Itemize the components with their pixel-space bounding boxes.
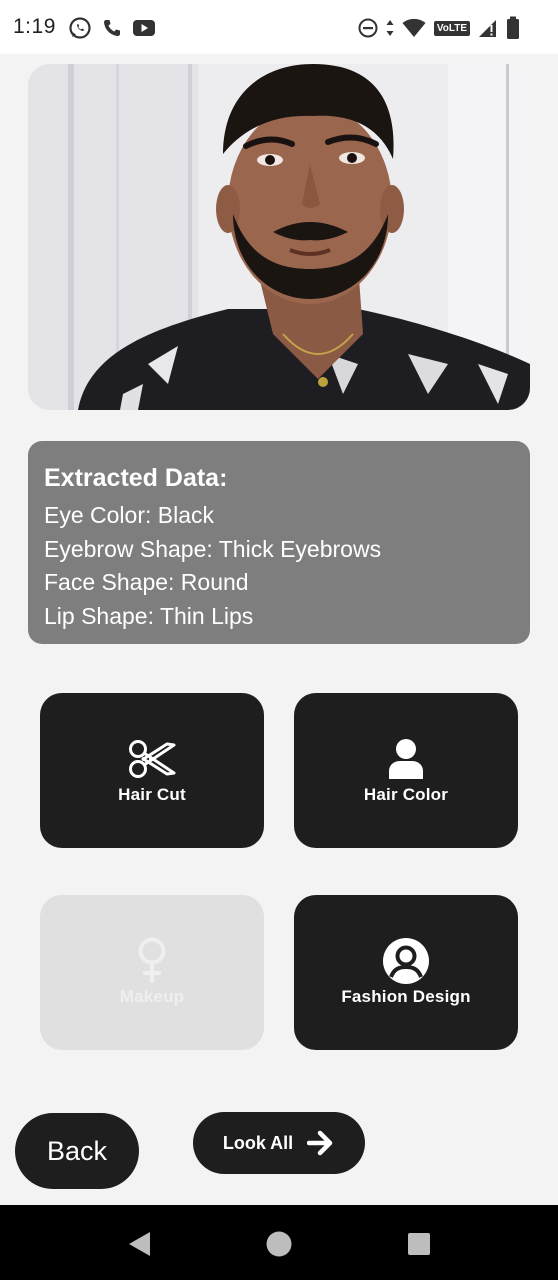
data-arrows-icon [386,20,394,36]
status-left-icons [68,15,156,41]
scissors-icon [127,737,177,781]
back-button-label: Back [46,1135,108,1166]
eye-color-text: Eye Color: Black [44,502,215,528]
signal-icon [479,20,496,37]
whatsapp-icon [69,17,91,39]
fashion-design-button[interactable]: Fashion Design [294,895,518,1050]
extracted-data-title: Extracted Data: [44,464,228,492]
hair-cut-label: Hair Cut [118,784,186,804]
status-right-icons: VoLTE [358,15,520,41]
person-icon [386,737,426,781]
volte-icon: VoLTE [433,20,470,36]
extracted-data-card: Extracted Data: Eye Color: Black Eyebrow… [28,441,530,644]
female-symbol-icon [134,937,170,983]
app-screen: 1:19 VoLTE Extracted Data: Eye Color: Bl… [0,0,558,1280]
look-all-button[interactable]: Look All [193,1112,365,1174]
user-photo [28,64,530,410]
lip-shape-text: Lip Shape: Thin Lips [44,602,254,629]
status-bar: 1:19 VoLTE [0,0,558,54]
nav-back-icon[interactable] [128,1231,152,1257]
fashion-design-label: Fashion Design [341,986,471,1006]
nav-home-icon[interactable] [266,1231,292,1257]
phone-icon [104,20,120,36]
battery-icon [507,16,519,39]
eyebrow-shape-text: Eyebrow Shape: Thick Eyebrows [44,535,382,562]
makeup-button[interactable]: Makeup [40,895,264,1050]
arrow-right-icon [307,1130,333,1156]
youtube-icon [133,20,155,36]
user-circle-icon [382,937,430,984]
wifi-icon [402,18,426,37]
hair-color-button[interactable]: Hair Color [294,693,518,848]
user-face-photo [28,64,530,410]
status-time: 1:19 [13,15,56,38]
back-button[interactable]: Back [15,1113,139,1189]
hair-color-label: Hair Color [363,784,449,804]
do-not-disturb-icon [358,18,378,38]
look-all-label: Look All [222,1132,294,1153]
nav-recent-apps-icon[interactable] [407,1232,431,1256]
face-shape-text: Face Shape: Round [44,569,249,595]
hair-cut-button[interactable]: Hair Cut [40,693,264,848]
system-nav-bar [0,1205,558,1280]
makeup-label: Makeup [119,986,185,1006]
